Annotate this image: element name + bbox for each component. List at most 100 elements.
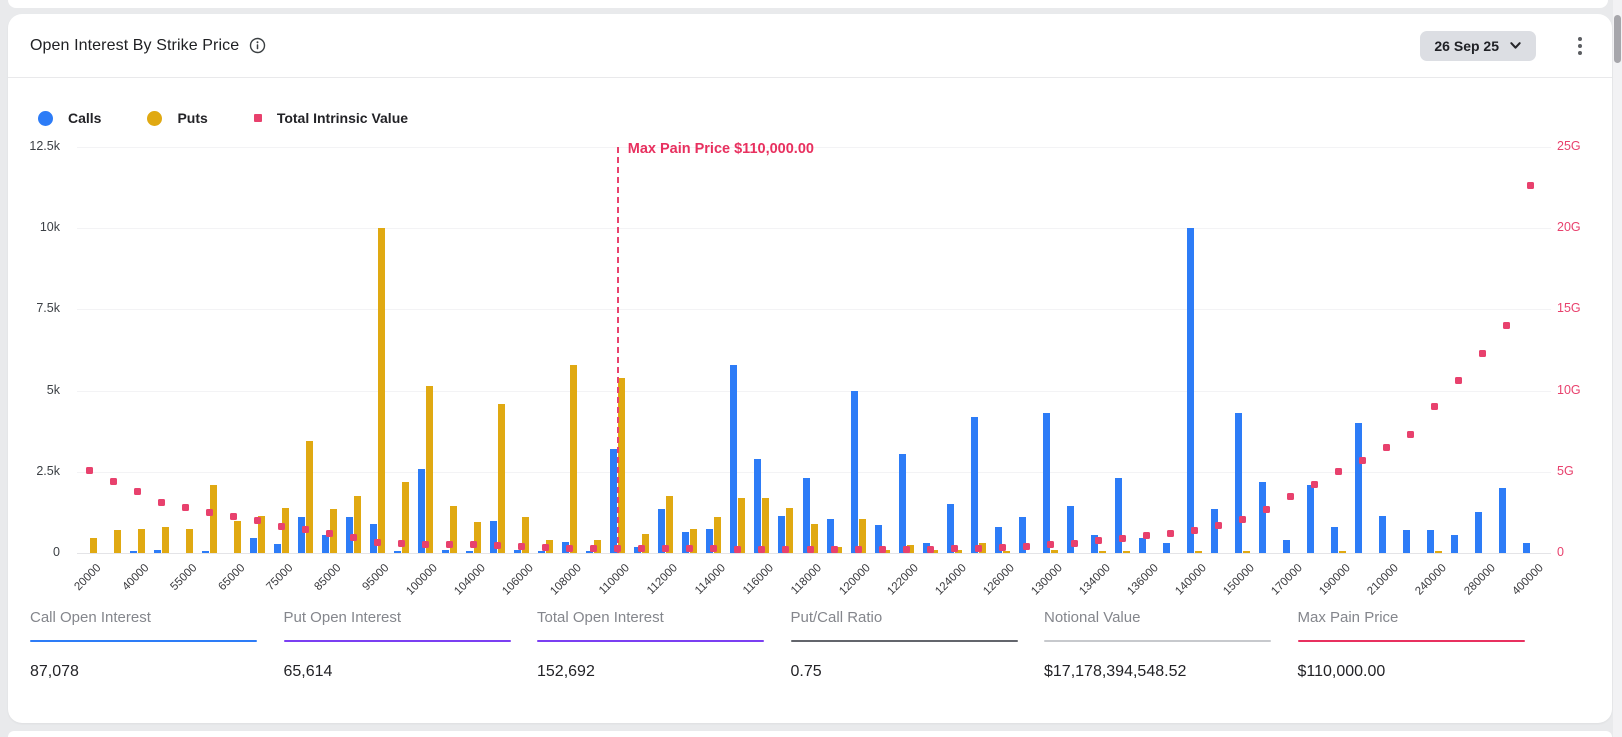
puts-bar[interactable] [1051, 550, 1058, 553]
intrinsic-value-dot[interactable] [831, 546, 838, 553]
puts-bar[interactable] [1243, 551, 1250, 553]
calls-bar[interactable] [1139, 538, 1146, 553]
calls-bar[interactable] [538, 551, 545, 553]
calls-bar[interactable] [1235, 413, 1242, 553]
intrinsic-value-dot[interactable] [1071, 540, 1078, 547]
calls-bar[interactable] [1211, 509, 1218, 553]
calls-bar[interactable] [202, 551, 209, 553]
calls-bar[interactable] [1427, 530, 1434, 553]
calls-bar[interactable] [1403, 530, 1410, 553]
intrinsic-value-dot[interactable] [1479, 350, 1486, 357]
scrollbar-thumb[interactable] [1614, 15, 1621, 63]
expiry-date-dropdown[interactable]: 26 Sep 25 [1420, 31, 1536, 61]
calls-bar[interactable] [1259, 482, 1266, 553]
calls-bar[interactable] [851, 391, 858, 553]
calls-bar[interactable] [1163, 543, 1170, 553]
puts-bar[interactable] [234, 521, 241, 553]
puts-bar[interactable] [1339, 551, 1346, 553]
intrinsic-value-dot[interactable] [1335, 468, 1342, 475]
puts-bar[interactable] [1123, 551, 1130, 553]
legend-item-puts[interactable]: Puts [147, 110, 207, 126]
calls-bar[interactable] [322, 535, 329, 553]
intrinsic-value-dot[interactable] [1095, 537, 1102, 544]
intrinsic-value-dot[interactable] [1191, 527, 1198, 534]
calls-bar[interactable] [754, 459, 761, 553]
intrinsic-value-dot[interactable] [999, 544, 1006, 551]
intrinsic-value-dot[interactable] [1407, 431, 1414, 438]
calls-bar[interactable] [442, 550, 449, 553]
puts-bar[interactable] [90, 538, 97, 553]
intrinsic-value-dot[interactable] [470, 541, 477, 548]
intrinsic-value-dot[interactable] [254, 517, 261, 524]
puts-bar[interactable] [354, 496, 361, 553]
intrinsic-value-dot[interactable] [662, 545, 669, 552]
puts-bar[interactable] [762, 498, 769, 553]
puts-bar[interactable] [282, 508, 289, 553]
puts-bar[interactable] [618, 378, 625, 553]
intrinsic-value-dot[interactable] [158, 499, 165, 506]
intrinsic-value-dot[interactable] [398, 540, 405, 547]
legend-item-intrinsic[interactable]: Total Intrinsic Value [254, 110, 408, 126]
puts-bar[interactable] [210, 485, 217, 553]
puts-bar[interactable] [474, 522, 481, 553]
calls-bar[interactable] [1187, 228, 1194, 553]
intrinsic-value-dot[interactable] [734, 546, 741, 553]
intrinsic-value-dot[interactable] [758, 546, 765, 553]
intrinsic-value-dot[interactable] [1239, 516, 1246, 523]
puts-bar[interactable] [1435, 551, 1442, 553]
intrinsic-value-dot[interactable] [879, 546, 886, 553]
intrinsic-value-dot[interactable] [1119, 535, 1126, 542]
calls-bar[interactable] [1307, 485, 1314, 553]
calls-bar[interactable] [1379, 516, 1386, 553]
info-icon[interactable] [249, 37, 266, 54]
intrinsic-value-dot[interactable] [903, 546, 910, 553]
calls-bar[interactable] [466, 551, 473, 553]
calls-bar[interactable] [1451, 535, 1458, 553]
intrinsic-value-dot[interactable] [1287, 493, 1294, 500]
intrinsic-value-dot[interactable] [494, 542, 501, 549]
puts-bar[interactable] [1195, 551, 1202, 553]
intrinsic-value-dot[interactable] [374, 539, 381, 546]
intrinsic-value-dot[interactable] [134, 488, 141, 495]
intrinsic-value-dot[interactable] [1383, 444, 1390, 451]
puts-bar[interactable] [1003, 551, 1010, 553]
intrinsic-value-dot[interactable] [446, 541, 453, 548]
intrinsic-value-dot[interactable] [326, 530, 333, 537]
calls-bar[interactable] [803, 478, 810, 553]
intrinsic-value-dot[interactable] [710, 545, 717, 552]
intrinsic-value-dot[interactable] [110, 478, 117, 485]
intrinsic-value-dot[interactable] [182, 504, 189, 511]
calls-bar[interactable] [1499, 488, 1506, 553]
intrinsic-value-dot[interactable] [206, 509, 213, 516]
intrinsic-value-dot[interactable] [1263, 506, 1270, 513]
puts-bar[interactable] [138, 529, 145, 553]
intrinsic-value-dot[interactable] [230, 513, 237, 520]
intrinsic-value-dot[interactable] [1527, 182, 1534, 189]
intrinsic-value-dot[interactable] [350, 534, 357, 541]
calls-bar[interactable] [971, 417, 978, 553]
intrinsic-value-dot[interactable] [927, 546, 934, 553]
intrinsic-value-dot[interactable] [1455, 377, 1462, 384]
intrinsic-value-dot[interactable] [1047, 541, 1054, 548]
puts-bar[interactable] [570, 365, 577, 553]
calls-bar[interactable] [250, 538, 257, 553]
intrinsic-value-dot[interactable] [1143, 532, 1150, 539]
kebab-menu-icon[interactable] [1574, 33, 1586, 59]
calls-bar[interactable] [130, 551, 137, 553]
puts-bar[interactable] [186, 529, 193, 553]
intrinsic-value-dot[interactable] [566, 545, 573, 552]
puts-bar[interactable] [114, 530, 121, 553]
puts-bar[interactable] [498, 404, 505, 553]
intrinsic-value-dot[interactable] [86, 467, 93, 474]
page-scrollbar[interactable] [1613, 0, 1622, 737]
intrinsic-value-dot[interactable] [975, 545, 982, 552]
intrinsic-value-dot[interactable] [302, 526, 309, 533]
calls-bar[interactable] [730, 365, 737, 553]
puts-bar[interactable] [378, 228, 385, 553]
intrinsic-value-dot[interactable] [1311, 481, 1318, 488]
legend-item-calls[interactable]: Calls [38, 110, 101, 126]
puts-bar[interactable] [738, 498, 745, 553]
intrinsic-value-dot[interactable] [782, 546, 789, 553]
intrinsic-value-dot[interactable] [1503, 322, 1510, 329]
intrinsic-value-dot[interactable] [807, 546, 814, 553]
